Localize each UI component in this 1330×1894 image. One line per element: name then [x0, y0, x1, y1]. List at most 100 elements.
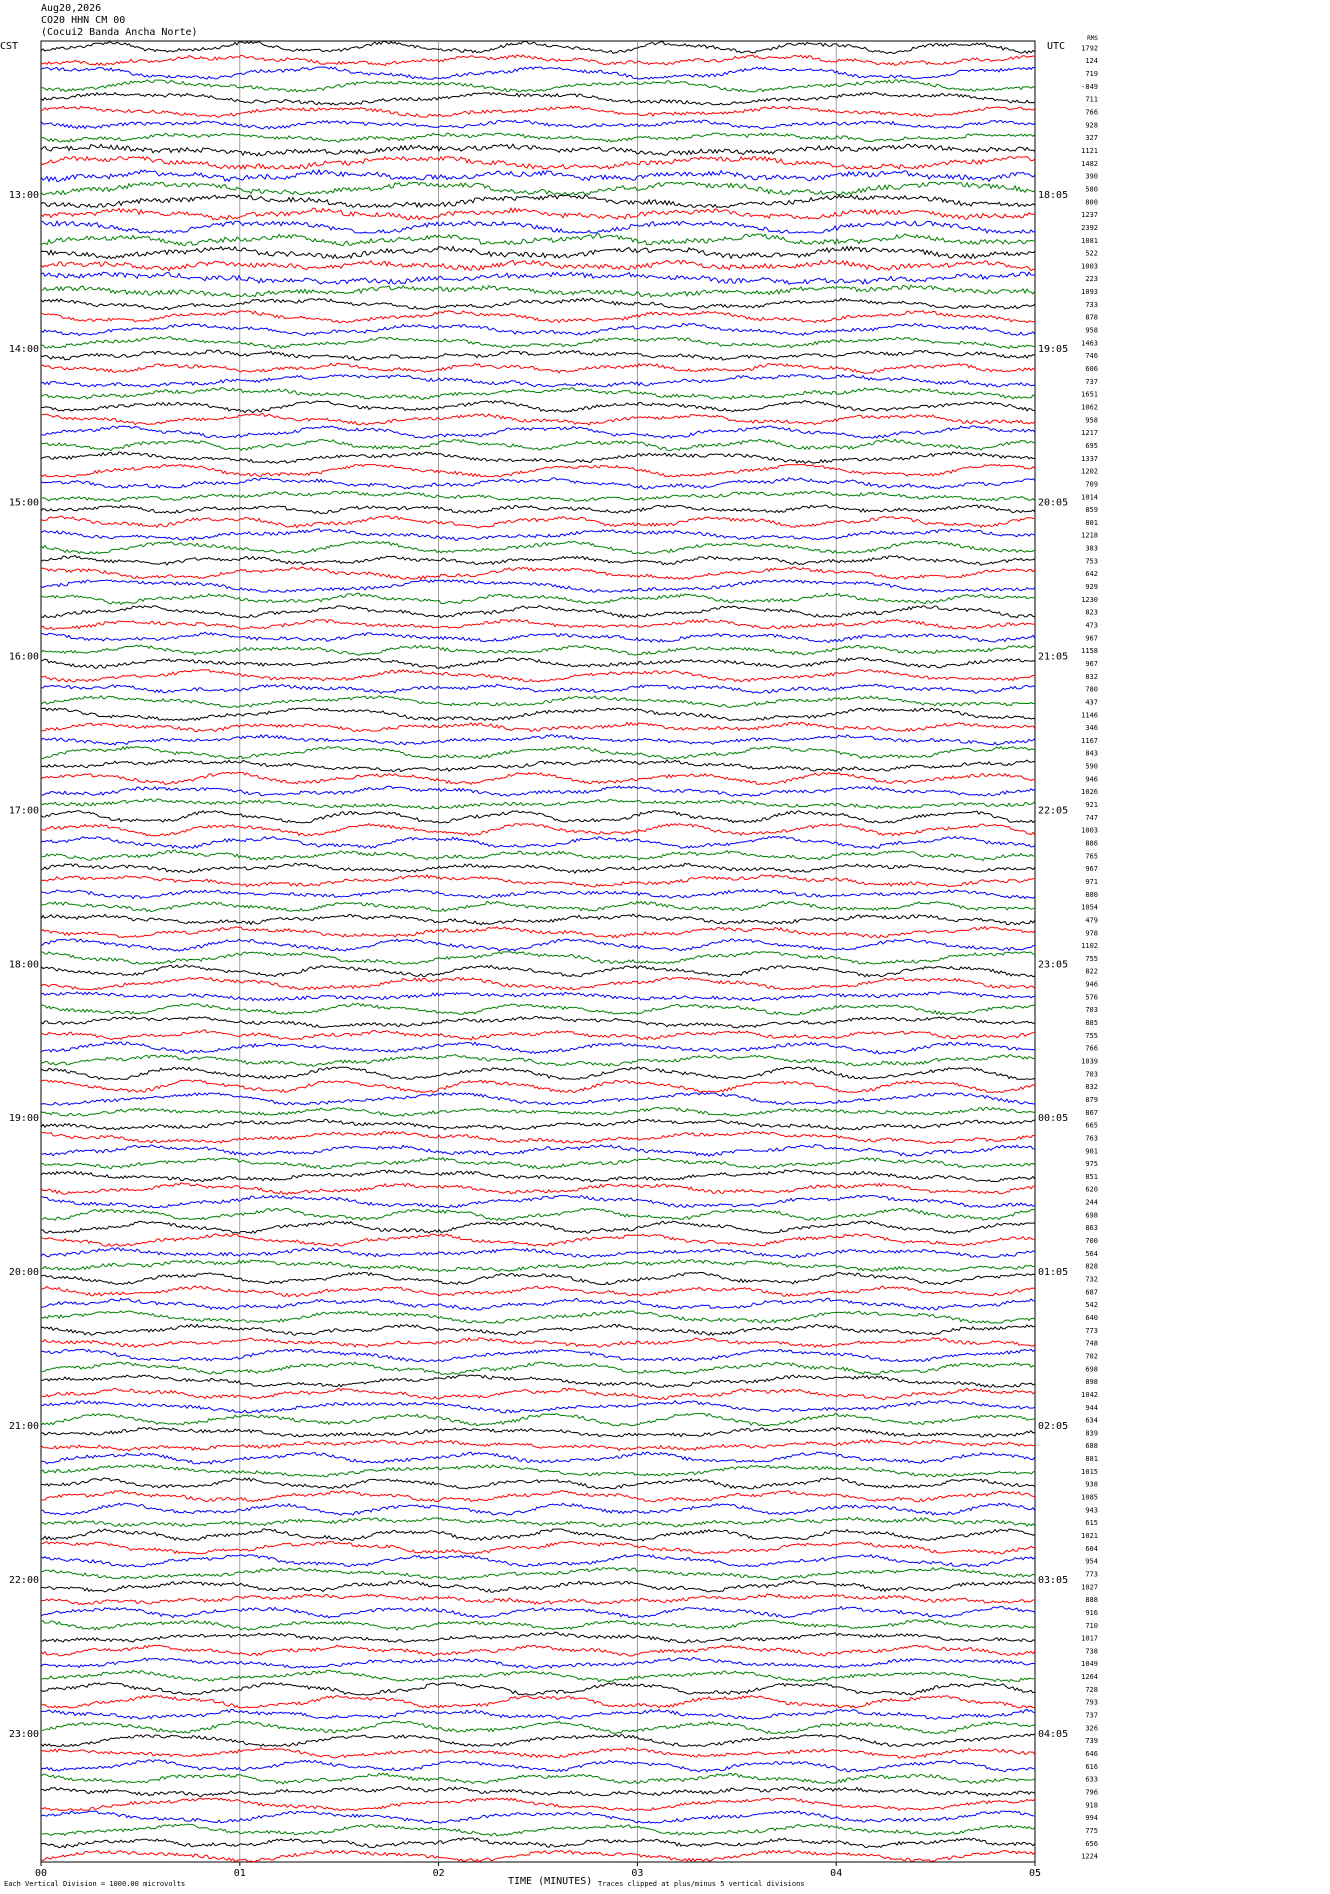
- seismic-trace: [40, 54, 1036, 67]
- seismic-trace: [40, 490, 1036, 503]
- rms-value: 967: [1085, 865, 1098, 873]
- seismic-trace: [40, 1849, 1036, 1863]
- rms-value: 828: [1085, 1263, 1098, 1271]
- rms-value: 244: [1085, 1199, 1098, 1207]
- rms-value: 1042: [1081, 1391, 1098, 1399]
- rms-value: 1218: [1081, 532, 1098, 540]
- seismic-trace: [40, 119, 1036, 130]
- seismic-trace: [40, 888, 1036, 900]
- seismic-trace: [40, 964, 1036, 978]
- utc-hour-label: 02:05: [1038, 1421, 1068, 1432]
- seismic-trace: [40, 132, 1036, 143]
- rms-value: 1054: [1081, 904, 1098, 912]
- seismic-trace: [40, 823, 1036, 837]
- seismic-trace: [40, 1759, 1036, 1773]
- seismic-trace: [40, 579, 1036, 593]
- rms-value: 901: [1085, 1147, 1098, 1155]
- seismic-trace: [40, 1323, 1036, 1336]
- rms-value: 755: [1085, 1032, 1098, 1040]
- rms-value: 1337: [1081, 455, 1098, 463]
- seismic-trace: [40, 835, 1036, 850]
- rms-value: 747: [1085, 814, 1098, 822]
- rms-value: 801: [1085, 519, 1098, 527]
- seismic-trace: [40, 1772, 1036, 1785]
- seismic-trace: [40, 1605, 1036, 1619]
- seismic-trace: [40, 336, 1036, 349]
- seismic-trace: [40, 862, 1036, 874]
- rms-value: 1792: [1081, 44, 1098, 52]
- cst-hour-label: 13:00: [9, 190, 39, 201]
- seismic-trace: [40, 913, 1036, 926]
- seismic-trace: [40, 644, 1036, 656]
- cst-hour-label: 18:00: [9, 959, 39, 970]
- seismic-trace: [40, 1247, 1036, 1259]
- cst-hour-label: 23:00: [9, 1729, 39, 1740]
- seismic-trace: [40, 271, 1036, 285]
- seismic-trace: [40, 1310, 1036, 1324]
- rms-value: 606: [1085, 365, 1098, 373]
- seismic-trace: [40, 91, 1036, 106]
- rms-value: 728: [1085, 1686, 1098, 1694]
- rms-value: 709: [1085, 480, 1098, 488]
- rms-value: 688: [1085, 1442, 1098, 1450]
- seismic-trace: [40, 297, 1036, 311]
- seismic-trace: [40, 1259, 1036, 1273]
- seismic-trace: [40, 168, 1036, 183]
- rms-value: 327: [1085, 134, 1098, 142]
- rms-value: 755: [1085, 955, 1098, 963]
- rms-value: 702: [1085, 1352, 1098, 1360]
- rms-value: 1121: [1081, 147, 1098, 155]
- rms-value: 746: [1085, 352, 1098, 360]
- rms-value: 1146: [1081, 711, 1098, 719]
- rms-value: 620: [1085, 1186, 1098, 1194]
- rms-value: 832: [1085, 673, 1098, 681]
- seismic-trace: [40, 1169, 1036, 1183]
- seismic-trace: [40, 707, 1036, 722]
- rms-value: 775: [1085, 1827, 1098, 1835]
- seismic-trace: [40, 504, 1036, 515]
- rms-value: 346: [1085, 724, 1098, 732]
- rms-value: 710: [1085, 1622, 1098, 1630]
- seismic-trace: [40, 1451, 1036, 1465]
- seismic-trace: [40, 1054, 1036, 1067]
- seismic-trace: [40, 1387, 1036, 1401]
- rms-value: 634: [1085, 1417, 1098, 1425]
- seismic-trace: [40, 1297, 1036, 1311]
- utc-hour-label: 00:05: [1038, 1113, 1068, 1124]
- rms-value: 590: [1085, 763, 1098, 771]
- rms-value: 766: [1085, 109, 1098, 117]
- seismic-trace: [40, 734, 1036, 746]
- seismic-trace: [40, 194, 1036, 209]
- seismic-trace: [40, 1656, 1036, 1669]
- seismic-trace: [41, 1156, 1036, 1170]
- seismic-trace: [40, 387, 1036, 400]
- rms-value: 1158: [1081, 647, 1098, 655]
- seismic-trace: [40, 1464, 1036, 1478]
- rms-value: 703: [1085, 1070, 1098, 1078]
- rms-value: 615: [1085, 1519, 1098, 1527]
- rms-value: 733: [1085, 301, 1098, 309]
- seismic-trace: [40, 1066, 1036, 1081]
- rms-value: 773: [1085, 1327, 1098, 1335]
- seismic-trace: [40, 1220, 1036, 1234]
- seismic-trace: [40, 657, 1036, 669]
- rms-value: 773: [1085, 1570, 1098, 1578]
- seismic-trace: [40, 592, 1036, 606]
- rms-value: 822: [1085, 968, 1098, 976]
- cst-hour-label: 15:00: [9, 498, 39, 509]
- seismic-trace: [40, 143, 1036, 157]
- rms-value: 885: [1085, 1019, 1098, 1027]
- seismic-trace: [40, 1233, 1036, 1247]
- rms-value: 604: [1085, 1545, 1098, 1553]
- rms-value: 851: [1085, 1173, 1098, 1181]
- rms-value: 763: [1085, 1134, 1098, 1142]
- rms-value: 859: [1085, 506, 1098, 514]
- seismic-trace: [40, 1593, 1036, 1606]
- seismic-trace: [40, 1541, 1036, 1555]
- rms-value: 946: [1085, 775, 1098, 783]
- seismic-trace: [40, 1619, 1036, 1632]
- rms-value: 703: [1085, 1006, 1098, 1014]
- seismic-trace: [40, 399, 1036, 414]
- rms-value: 732: [1085, 1276, 1098, 1284]
- rms-value: 719: [1085, 70, 1098, 78]
